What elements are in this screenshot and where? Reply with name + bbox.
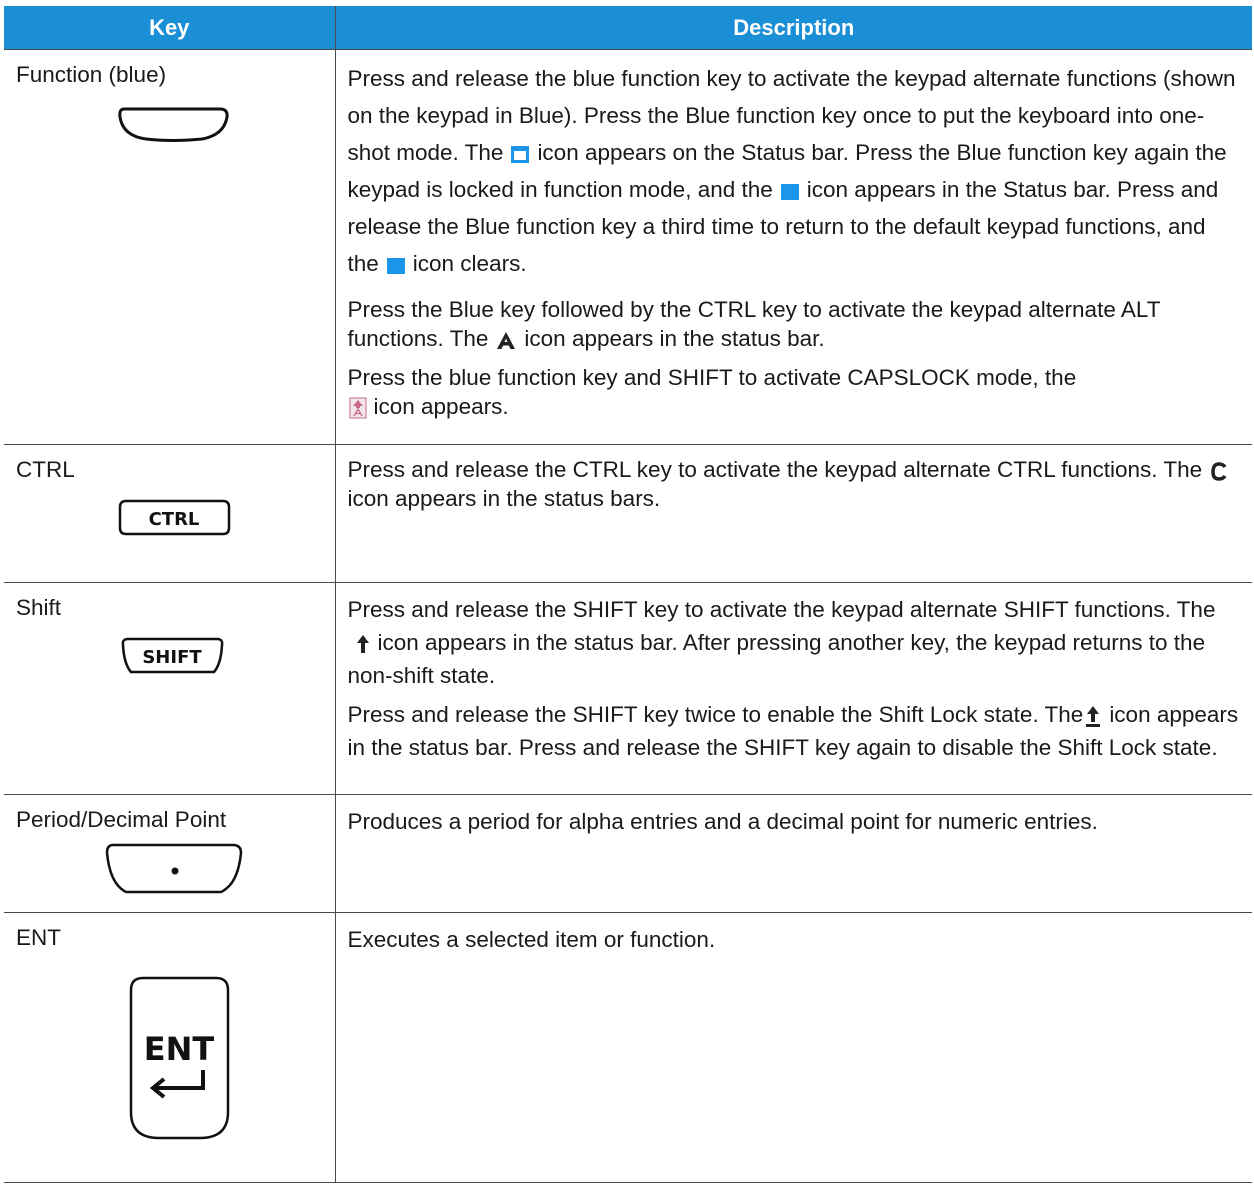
header-description: Description — [334, 6, 1252, 50]
blue-outline-square-icon — [511, 146, 530, 164]
description-paragraph: Press and release the CTRL key to activa… — [348, 455, 1241, 513]
header-key: Key — [4, 6, 336, 50]
description-paragraph: Press and release the SHIFT key to activ… — [347, 597, 1216, 688]
table-row-ctrl: CTRL CTRL Press and release the CTRL key… — [4, 444, 1252, 583]
blue-filled-square-icon — [386, 258, 405, 275]
description-paragraph: Press the Blue key followed by the CTRL … — [347, 297, 1161, 351]
description-paragraph: Press and release the blue function key … — [347, 66, 1236, 276]
period-key-icon — [105, 843, 243, 894]
blue-function-key-icon — [118, 107, 229, 142]
capslock-icon — [349, 397, 366, 419]
letter-a-icon — [497, 332, 516, 350]
key-cell: Period/Decimal Point — [4, 794, 336, 913]
key-name: CTRL — [16, 457, 75, 482]
svg-text:CTRL: CTRL — [149, 509, 200, 530]
key-cell: Function (blue) — [4, 49, 336, 445]
svg-text:SHIFT: SHIFT — [142, 647, 202, 668]
key-name: Function (blue) — [16, 62, 167, 87]
blue-filled-square-icon — [780, 184, 799, 201]
shift-key-icon: SHIFT — [121, 637, 224, 674]
key-name: ENT — [16, 925, 61, 950]
description-paragraph: Press and release the SHIFT key twice to… — [347, 702, 1239, 760]
key-cell: ENT ENT — [4, 912, 336, 1183]
description-cell: Press and release the blue function key … — [334, 49, 1252, 445]
ctrl-key-icon: CTRL — [118, 499, 231, 536]
svg-text:ENT: ENT — [144, 1030, 215, 1068]
letter-c-icon — [1211, 462, 1227, 481]
description-cell: Executes a selected item or function. — [334, 912, 1252, 1183]
key-name: Shift — [16, 595, 62, 620]
description-cell: Press and release the SHIFT key to activ… — [334, 582, 1252, 795]
description-paragraph: Press the blue function key and SHIFT to… — [347, 365, 1077, 419]
ent-key-icon: ENT — [129, 976, 230, 1140]
table-row-period: Period/Decimal Point Produces a period f… — [4, 794, 1252, 913]
underlined-up-arrow-icon — [1086, 706, 1101, 728]
key-description-table: Key Description Function (blue) Press an… — [4, 6, 1252, 1183]
key-name: Period/Decimal Point — [16, 807, 227, 832]
table-row-shift: Shift SHIFT Press and release the SHIFT … — [4, 582, 1252, 795]
description-cell: Produces a period for alpha entries and … — [334, 794, 1252, 913]
description-paragraph: Produces a period for alpha entries and … — [347, 809, 1098, 834]
key-cell: CTRL CTRL — [4, 444, 336, 583]
description-cell: Press and release the CTRL key to activa… — [334, 444, 1252, 583]
description-paragraph: Executes a selected item or function. — [347, 927, 716, 952]
key-cell: Shift SHIFT — [4, 582, 336, 795]
table-row-function-blue: Function (blue) Press and release the bl… — [4, 49, 1252, 445]
table-row-ent: ENT ENT Executes a selected item or func… — [4, 912, 1252, 1183]
up-arrow-icon — [356, 635, 369, 654]
table-header-row: Key Description — [4, 6, 1252, 50]
